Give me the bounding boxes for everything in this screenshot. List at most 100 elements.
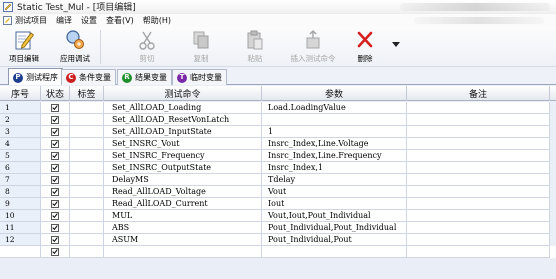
paste-button[interactable]: 粘贴 [240,29,270,65]
state-cell[interactable] [41,114,70,126]
column-header-command[interactable]: 测试命令 [104,86,262,101]
command-cell[interactable]: ASUM [104,234,262,246]
note-cell[interactable] [407,222,550,234]
command-cell[interactable]: Read_AllLOAD_Current [104,198,262,210]
table-row[interactable]: 11 ABS Pout_Individual,Pout_Individual [0,222,556,234]
tab-temp-variables[interactable]: T 临时变量 [172,69,227,85]
tag-cell[interactable] [70,102,104,114]
note-cell[interactable] [407,246,550,258]
enabled-checkbox[interactable] [51,235,59,244]
menu-test-project[interactable]: 测试项目 [15,15,47,26]
enabled-checkbox[interactable] [51,247,59,256]
state-cell[interactable] [41,210,70,222]
copy-button[interactable]: 复制 [186,29,216,65]
state-cell[interactable] [41,162,70,174]
menu-settings[interactable]: 设置 [81,15,97,26]
enabled-checkbox[interactable] [51,115,59,124]
params-cell[interactable]: Insrc_Index,Line.Frequency [262,150,407,162]
tag-cell[interactable] [70,234,104,246]
note-cell[interactable] [407,234,550,246]
tag-cell[interactable] [70,126,104,138]
note-cell[interactable] [407,126,550,138]
menu-help[interactable]: 帮助(H) [143,15,171,26]
enabled-checkbox[interactable] [51,163,59,172]
tag-cell[interactable] [70,186,104,198]
tag-cell[interactable] [70,222,104,234]
command-cell[interactable]: Set_AllLOAD_InputState [104,126,262,138]
note-cell[interactable] [407,162,550,174]
table-row[interactable]: 4 Set_INSRC_Vout Insrc_Index,Line.Voltage [0,138,556,150]
tag-cell[interactable] [70,174,104,186]
command-cell[interactable]: Set_INSRC_Vout [104,138,262,150]
column-header-tag[interactable]: 标签 [70,86,104,101]
state-cell[interactable] [41,246,70,258]
table-row[interactable]: 8 Read_AllLOAD_Voltage Vout [0,186,556,198]
table-row[interactable]: 1 Set_AllLOAD_Loading Load.LoadingValue [0,102,556,114]
enabled-checkbox[interactable] [51,151,59,160]
params-cell[interactable]: Load.LoadingValue [262,102,407,114]
tag-cell[interactable] [70,162,104,174]
params-cell[interactable]: Insrc_Index,Line.Voltage [262,138,407,150]
tag-cell[interactable] [70,138,104,150]
tag-cell[interactable] [70,210,104,222]
note-cell[interactable] [407,198,550,210]
note-cell[interactable] [407,210,550,222]
enabled-checkbox[interactable] [51,187,59,196]
table-row[interactable]: 7 DelayMS Tdelay [0,174,556,186]
params-cell[interactable]: Vout,Iout,Pout_Individual [262,210,407,222]
menu-view[interactable]: 查看(V) [106,15,134,26]
command-cell[interactable]: Set_AllLOAD_Loading [104,102,262,114]
params-cell[interactable]: Iout [262,198,407,210]
table-row[interactable] [0,246,556,258]
params-cell[interactable]: Vout [262,186,407,198]
note-cell[interactable] [407,114,550,126]
tab-test-program[interactable]: P 测试程序 [8,68,63,86]
command-cell[interactable]: ABS [104,222,262,234]
params-cell[interactable] [262,114,407,126]
state-cell[interactable] [41,234,70,246]
note-cell[interactable] [407,138,550,150]
tag-cell[interactable] [70,198,104,210]
table-row[interactable]: 10 MUL Vout,Iout,Pout_Individual [0,210,556,222]
command-cell[interactable] [104,246,262,258]
enabled-checkbox[interactable] [51,211,59,220]
state-cell[interactable] [41,186,70,198]
tab-condition-variables[interactable]: C 条件变量 [61,69,116,85]
command-cell[interactable]: DelayMS [104,174,262,186]
column-header-params[interactable]: 参数 [262,86,407,101]
tag-cell[interactable] [70,114,104,126]
note-cell[interactable] [407,150,550,162]
state-cell[interactable] [41,138,70,150]
state-cell[interactable] [41,126,70,138]
command-cell[interactable]: Set_INSRC_OutputState [104,162,262,174]
state-cell[interactable] [41,174,70,186]
cut-button[interactable]: 剪切 [132,29,162,65]
enabled-checkbox[interactable] [51,175,59,184]
state-cell[interactable] [41,150,70,162]
params-cell[interactable] [262,246,407,258]
enabled-checkbox[interactable] [51,139,59,148]
enabled-checkbox[interactable] [51,103,59,112]
table-row[interactable]: 3 Set_AllLOAD_InputState 1 [0,126,556,138]
column-header-number[interactable]: 序号 [0,86,41,101]
state-cell[interactable] [41,222,70,234]
enabled-checkbox[interactable] [51,199,59,208]
state-cell[interactable] [41,102,70,114]
table-row[interactable]: 12 ASUM Pout_Individual,Pout [0,234,556,246]
command-cell[interactable]: Set_INSRC_Frequency [104,150,262,162]
params-cell[interactable]: Pout_Individual,Pout [262,234,407,246]
delete-button[interactable]: 删除 [350,29,380,65]
params-cell[interactable]: Pout_Individual,Pout_Individual [262,222,407,234]
state-cell[interactable] [41,198,70,210]
note-cell[interactable] [407,174,550,186]
edit-project-button[interactable]: 项目编辑 [4,29,44,65]
table-row[interactable]: 6 Set_INSRC_OutputState Insrc_Index,1 [0,162,556,174]
command-cell[interactable]: Set_AllLOAD_ResetVonLatch [104,114,262,126]
insert-command-button[interactable]: 插入测试命令 [284,29,342,65]
params-cell[interactable]: Tdelay [262,174,407,186]
document-menu-icon[interactable] [3,16,12,25]
enabled-checkbox[interactable] [51,223,59,232]
table-row[interactable]: 5 Set_INSRC_Frequency Insrc_Index,Line.Fre… [0,150,556,162]
tag-cell[interactable] [70,150,104,162]
debug-app-button[interactable]: 应用调试 [55,29,95,65]
